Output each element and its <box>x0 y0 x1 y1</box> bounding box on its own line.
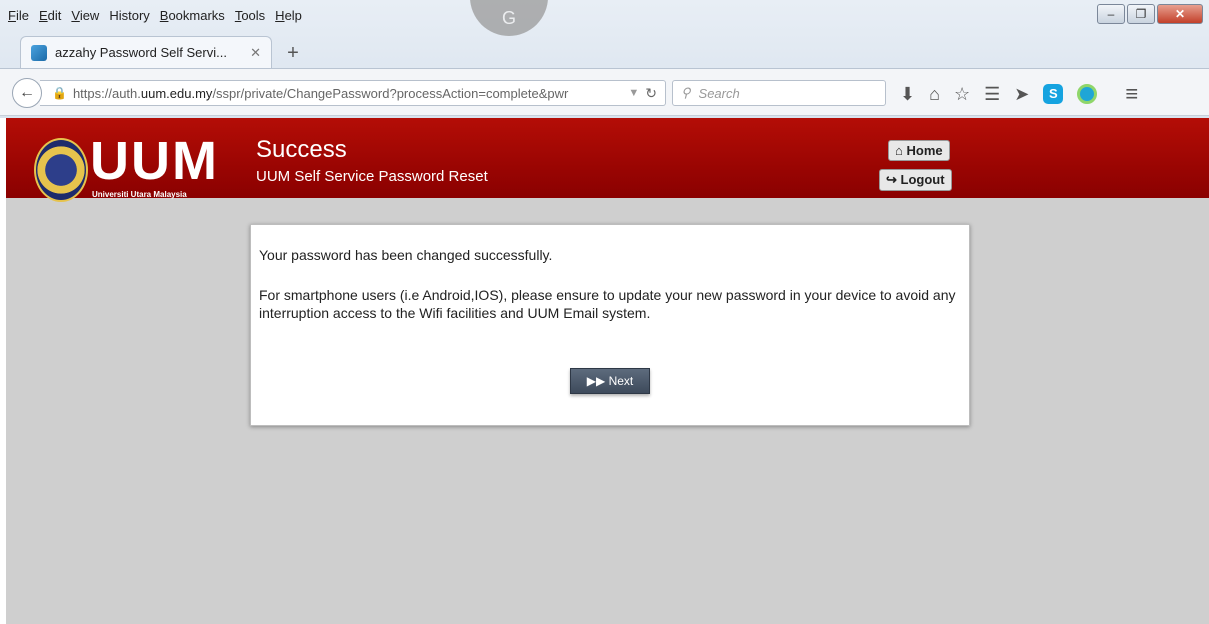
logout-label: Logout <box>900 172 945 187</box>
back-button[interactable]: ← <box>12 78 42 108</box>
dropdown-icon[interactable]: ▼ <box>628 87 639 99</box>
next-label: Next <box>608 374 634 388</box>
success-message: Your password has been changed successfu… <box>259 247 553 263</box>
search-icon: ⚲ <box>681 85 691 100</box>
browser-chrome: File Edit View History Bookmarks Tools H… <box>0 0 1209 118</box>
restore-button[interactable]: ❐ <box>1127 4 1155 24</box>
close-window-button[interactable]: ✕ <box>1157 4 1203 24</box>
download-icon[interactable]: ⬇ <box>900 84 915 105</box>
tab-title: azzahy Password Self Servi... <box>55 45 227 60</box>
home-icon[interactable]: ⌂ <box>929 84 940 105</box>
window-controls: – ❐ ✕ <box>1097 4 1203 24</box>
logo-subtitle: Universiti Utara Malaysia <box>92 190 187 199</box>
logout-icon: ↪ <box>886 172 897 187</box>
extension-icon[interactable] <box>1077 84 1098 104</box>
navigation-bar: 🔒 https://auth.uum.edu.my/sspr/private/C… <box>0 68 1209 116</box>
tab-strip: azzahy Password Self Servi... ✕ + <box>20 34 308 68</box>
search-placeholder: Search <box>698 85 740 101</box>
menu-file[interactable]: File <box>8 8 29 28</box>
page-title: Success <box>256 136 347 163</box>
send-icon[interactable]: ➤ <box>1014 84 1029 105</box>
reload-icon[interactable]: ↻ <box>645 85 657 102</box>
home-button[interactable]: ⌂ Home <box>888 140 950 161</box>
minimize-button[interactable]: – <box>1097 4 1125 24</box>
fast-forward-icon: ▶▶ <box>586 374 606 388</box>
menu-edit[interactable]: Edit <box>39 8 61 28</box>
home-label: Home <box>906 143 943 158</box>
menu-history[interactable]: History <box>109 8 149 28</box>
menu-bookmarks[interactable]: Bookmarks <box>160 8 225 28</box>
page-content: UUM Universiti Utara Malaysia Success UU… <box>6 118 1209 624</box>
bookmark-star-icon[interactable]: ☆ <box>954 84 970 105</box>
success-card: Your password has been changed successfu… <box>250 224 970 426</box>
favicon-icon <box>31 44 47 61</box>
home-icon: ⌂ <box>895 143 903 158</box>
reading-list-icon[interactable]: ☰ <box>984 84 1000 105</box>
site-header: UUM Universiti Utara Malaysia Success UU… <box>6 118 1209 202</box>
menu-tools[interactable]: Tools <box>235 8 265 28</box>
url-bar[interactable]: 🔒 https://auth.uum.edu.my/sspr/private/C… <box>40 80 666 106</box>
logout-button[interactable]: ↪ Logout <box>879 169 952 191</box>
next-button[interactable]: ▶▶ Next <box>570 368 650 394</box>
new-tab-button[interactable]: + <box>278 40 308 68</box>
grammarly-icon[interactable]: G <box>470 0 548 36</box>
search-input[interactable]: ⚲ Search <box>672 80 886 106</box>
skype-icon[interactable]: S <box>1043 84 1064 104</box>
logo-text: UUM <box>90 131 219 191</box>
menu-hamburger-icon[interactable]: ≡ <box>1125 81 1138 107</box>
toolbar-icons: ⬇ ⌂ ☆ ☰ ➤ S ≡ <box>900 81 1138 107</box>
url-text: https://auth.uum.edu.my/sspr/private/Cha… <box>72 85 569 101</box>
menu-help[interactable]: Help <box>275 8 302 28</box>
smartphone-notice: For smartphone users (i.e Android,IOS), … <box>259 287 956 321</box>
uum-seal-logo <box>34 138 88 202</box>
menu-bar: File Edit View History Bookmarks Tools H… <box>8 8 302 28</box>
menu-view[interactable]: View <box>71 8 99 28</box>
tab-active[interactable]: azzahy Password Self Servi... ✕ <box>20 36 272 68</box>
tab-close-icon[interactable]: ✕ <box>250 45 261 61</box>
page-subtitle: UUM Self Service Password Reset <box>256 168 488 185</box>
lock-icon: 🔒 <box>52 86 67 100</box>
